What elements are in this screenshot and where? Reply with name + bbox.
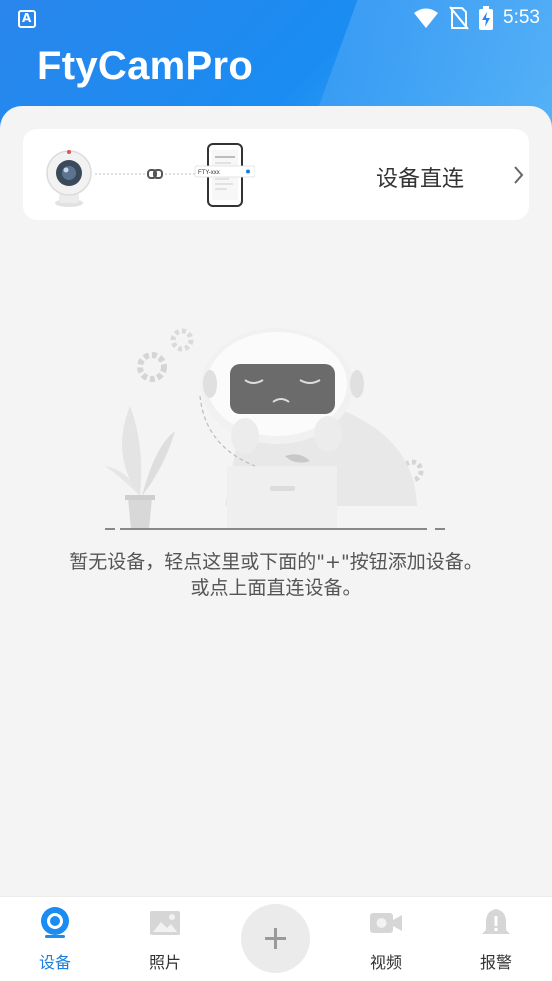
phone-screen-text: FTY-xxx	[198, 170, 220, 176]
device-camera-icon	[41, 907, 69, 938]
chevron-right-icon	[514, 166, 524, 184]
tab-label: 视频	[369, 953, 402, 972]
tab-label: 设备	[38, 953, 71, 972]
status-icons: 5:53	[413, 6, 540, 30]
link-icon	[147, 169, 163, 179]
video-icon	[370, 913, 402, 933]
empty-state-line1: 暂无设备，轻点这里或下面的"+"按钮添加设备。	[69, 551, 483, 573]
gear-icon	[137, 352, 167, 382]
tab-devices[interactable]: 设备	[10, 897, 100, 981]
no-sim-icon	[449, 6, 469, 30]
tab-photos[interactable]: 照片	[120, 897, 210, 981]
app-notification-icon	[18, 10, 36, 28]
empty-state-message[interactable]: 暂无设备，轻点这里或下面的"+"按钮添加设备。 或点上面直连设备。	[0, 549, 552, 601]
app-title: FtyCamPro	[37, 44, 254, 88]
battery-charging-icon	[479, 6, 494, 30]
add-device-button[interactable]	[241, 904, 310, 973]
main-content: FTY-xxx 设备直连 暂无设备，轻点这里或下面的"+"按钮添加设备。 或点上…	[0, 106, 552, 896]
tab-label: 照片	[148, 953, 181, 972]
direct-connect-label: 设备直连	[376, 167, 465, 192]
plus-icon	[265, 928, 286, 949]
alarm-bell-icon	[482, 909, 510, 934]
tab-videos[interactable]: 视频	[341, 897, 431, 981]
empty-state-illustration[interactable]	[95, 316, 455, 536]
plant-illustration	[105, 406, 175, 529]
gear-icon	[170, 328, 194, 352]
tab-alarms[interactable]: 报警	[451, 897, 541, 981]
photo-icon	[150, 911, 180, 935]
tab-label: 报警	[479, 953, 512, 972]
status-time: 5:53	[503, 7, 540, 28]
direct-connect-card[interactable]: FTY-xxx 设备直连	[23, 129, 529, 220]
empty-state-line2: 或点上面直连设备。	[190, 577, 362, 599]
bottom-tab-bar: 设备 照片 视频 报警	[0, 896, 552, 981]
wifi-icon	[414, 8, 439, 28]
phone-icon: FTY-xxx	[194, 143, 255, 207]
status-bar: 5:53	[0, 0, 552, 38]
camera-icon	[46, 150, 92, 207]
direct-connect-graphic: FTY-xxx	[46, 143, 255, 207]
